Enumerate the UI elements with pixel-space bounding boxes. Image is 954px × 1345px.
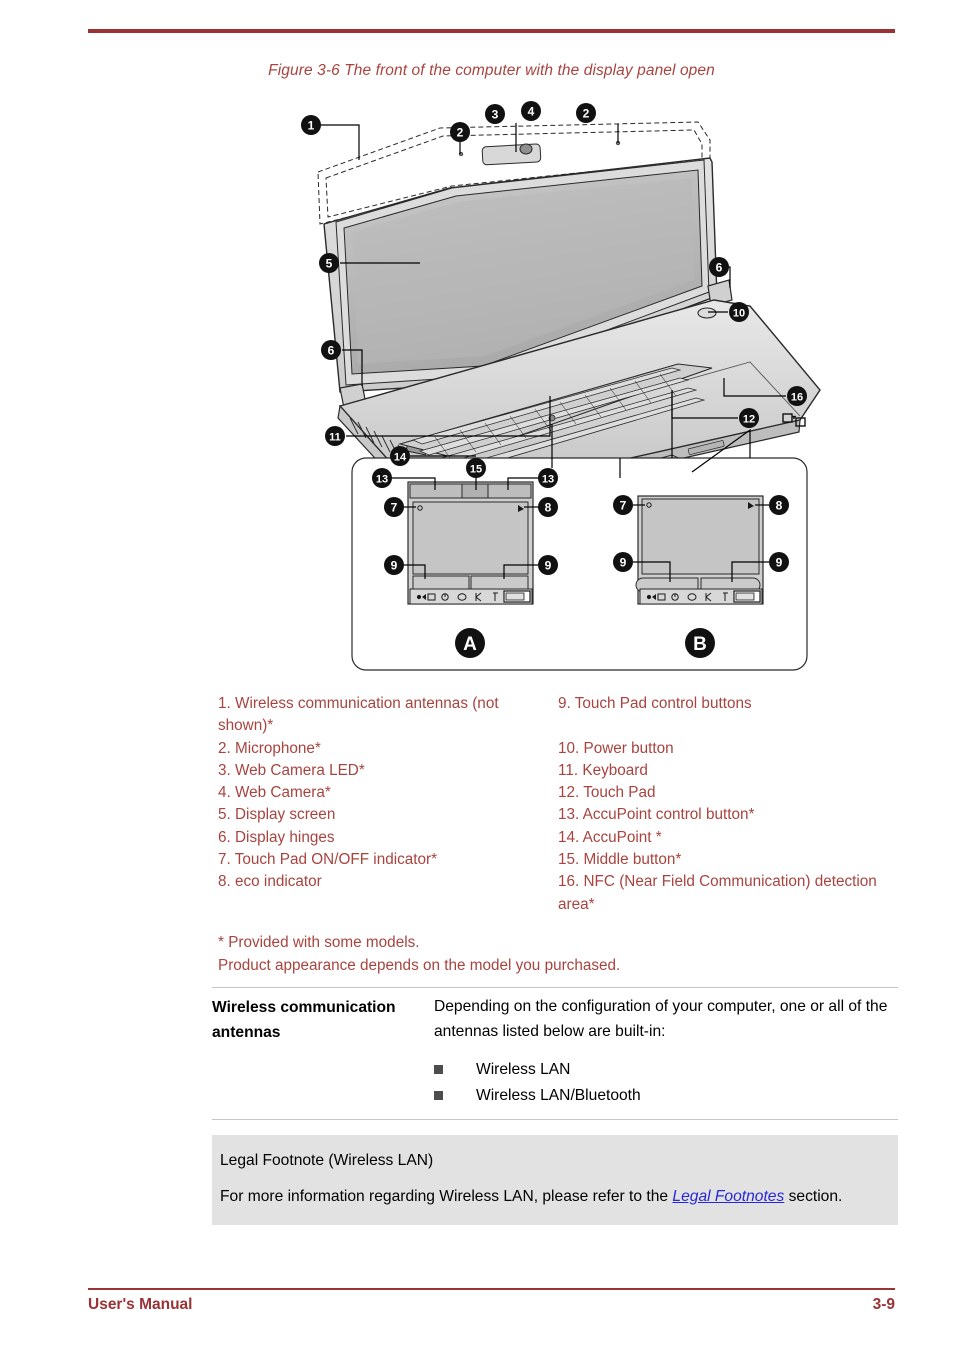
svg-text:2: 2 — [457, 126, 464, 140]
legend-item-5: 5. Display screen — [218, 806, 336, 824]
touch-pad-surface-b — [641, 498, 760, 575]
legend-item-16: 16. NFC (Near Field Communication) detec… — [558, 873, 877, 913]
svg-text:7: 7 — [620, 499, 627, 513]
bullet-item: Wireless LAN/Bluetooth — [434, 1083, 898, 1108]
footnote-line-2: Product appearance depends on the model … — [218, 957, 621, 974]
svg-text:9: 9 — [620, 556, 627, 570]
bullet-label: Wireless LAN/Bluetooth — [476, 1087, 641, 1104]
accupoint-control-button-left — [409, 483, 463, 499]
svg-text:11: 11 — [329, 432, 341, 444]
svg-text:8: 8 — [545, 501, 552, 515]
power-button — [697, 307, 717, 319]
figure-legend: 1. Wireless communication antennas (not … — [218, 693, 898, 916]
definition-row: Wireless communication antennas Dependin… — [212, 994, 898, 1109]
legend-item-2: 2. Microphone* — [218, 739, 321, 757]
footer-rule — [88, 1288, 895, 1290]
footnote-note: * Provided with some models. Product app… — [218, 931, 918, 977]
svg-text:9: 9 — [776, 556, 783, 570]
svg-text:1: 1 — [308, 119, 315, 133]
bullet-square-icon — [434, 1091, 443, 1100]
svg-text:12: 12 — [743, 414, 755, 426]
legend-item-15: 15. Middle button* — [558, 851, 682, 869]
definition-term: Wireless communication antennas — [212, 999, 396, 1041]
definition-bullet-list: Wireless LAN Wireless LAN/Bluetooth — [434, 1057, 898, 1108]
footnote-line-1: * Provided with some models. — [218, 934, 420, 951]
definition-body: Depending on the configuration of your c… — [434, 998, 888, 1040]
definition-table: Wireless communication antennas Dependin… — [212, 987, 898, 1120]
middle-button — [461, 483, 489, 499]
svg-text:13: 13 — [542, 474, 554, 486]
footer-title: User's Manual — [88, 1296, 193, 1313]
legal-body-after: section. — [784, 1188, 843, 1205]
svg-text:10: 10 — [733, 308, 745, 320]
webcam-cluster — [458, 140, 621, 166]
svg-text:15: 15 — [470, 464, 482, 476]
legend-item-11: 11. Keyboard — [558, 761, 648, 779]
definition-description: Depending on the configuration of your c… — [434, 994, 898, 1109]
figure-illustration: 1 2 3 4 2 5 6 6 10 11 12 16 A 13 15 13 7… — [280, 100, 840, 680]
legal-body-before: For more information regarding Wireless … — [220, 1188, 673, 1205]
svg-text:16: 16 — [791, 392, 803, 404]
bullet-square-icon — [434, 1065, 443, 1074]
svg-text:6: 6 — [716, 261, 723, 275]
legend-item-8: 8. eco indicator — [218, 873, 322, 891]
svg-text:13: 13 — [376, 474, 388, 486]
legend-item-10: 10. Power button — [558, 739, 674, 757]
svg-text:14: 14 — [394, 452, 407, 464]
legend-column-right: 9. Touch Pad control buttons 10. Power b… — [558, 693, 898, 916]
svg-text:9: 9 — [545, 559, 552, 573]
legal-footnote-box: Legal Footnote (Wireless LAN) For more i… — [212, 1135, 898, 1225]
svg-text:3: 3 — [492, 108, 499, 122]
svg-text:7: 7 — [391, 501, 398, 515]
legal-footnote-title: Legal Footnote (Wireless LAN) — [220, 1152, 434, 1169]
svg-text:A: A — [463, 634, 477, 655]
legend-item-9: 9. Touch Pad control buttons — [558, 695, 752, 712]
legend-item-14: 14. AccuPoint * — [558, 828, 662, 846]
svg-text:4: 4 — [528, 105, 535, 119]
svg-text:B: B — [693, 634, 707, 655]
legend-column-left: 1. Wireless communication antennas (not … — [218, 693, 558, 916]
legend-item-13: 13. AccuPoint control button* — [558, 806, 755, 824]
page-number: 3-9 — [872, 1296, 895, 1313]
web-camera-lens — [519, 143, 533, 155]
legend-item-4: 4. Web Camera* — [218, 784, 331, 802]
bullet-label: Wireless LAN — [476, 1061, 571, 1078]
legend-item-6: 6. Display hinges — [218, 828, 335, 846]
legend-item-3: 3. Web Camera LED* — [218, 761, 365, 779]
svg-text:6: 6 — [328, 344, 335, 358]
svg-text:8: 8 — [776, 499, 783, 513]
legend-item-12: 12. Touch Pad — [558, 784, 656, 802]
manual-page: Figure 3-6 The front of the computer wit… — [0, 0, 954, 1345]
svg-text:5: 5 — [326, 257, 333, 271]
bullet-item: Wireless LAN — [434, 1057, 898, 1082]
legal-footnote-body: For more information regarding Wireless … — [220, 1185, 890, 1209]
legend-item-7: 7. Touch Pad ON/OFF indicator* — [218, 851, 438, 869]
svg-text:2: 2 — [583, 107, 590, 121]
touch-pad-surface-a — [412, 501, 529, 575]
figure-caption: Figure 3-6 The front of the computer wit… — [268, 62, 715, 79]
header-rule — [88, 29, 895, 33]
legend-item-1: 1. Wireless communication antennas (not … — [218, 695, 499, 735]
svg-text:9: 9 — [391, 559, 398, 573]
legal-footnotes-link[interactable]: Legal Footnotes — [672, 1188, 784, 1205]
accupoint-control-button-right — [487, 483, 532, 499]
legend-spacer — [558, 715, 898, 737]
